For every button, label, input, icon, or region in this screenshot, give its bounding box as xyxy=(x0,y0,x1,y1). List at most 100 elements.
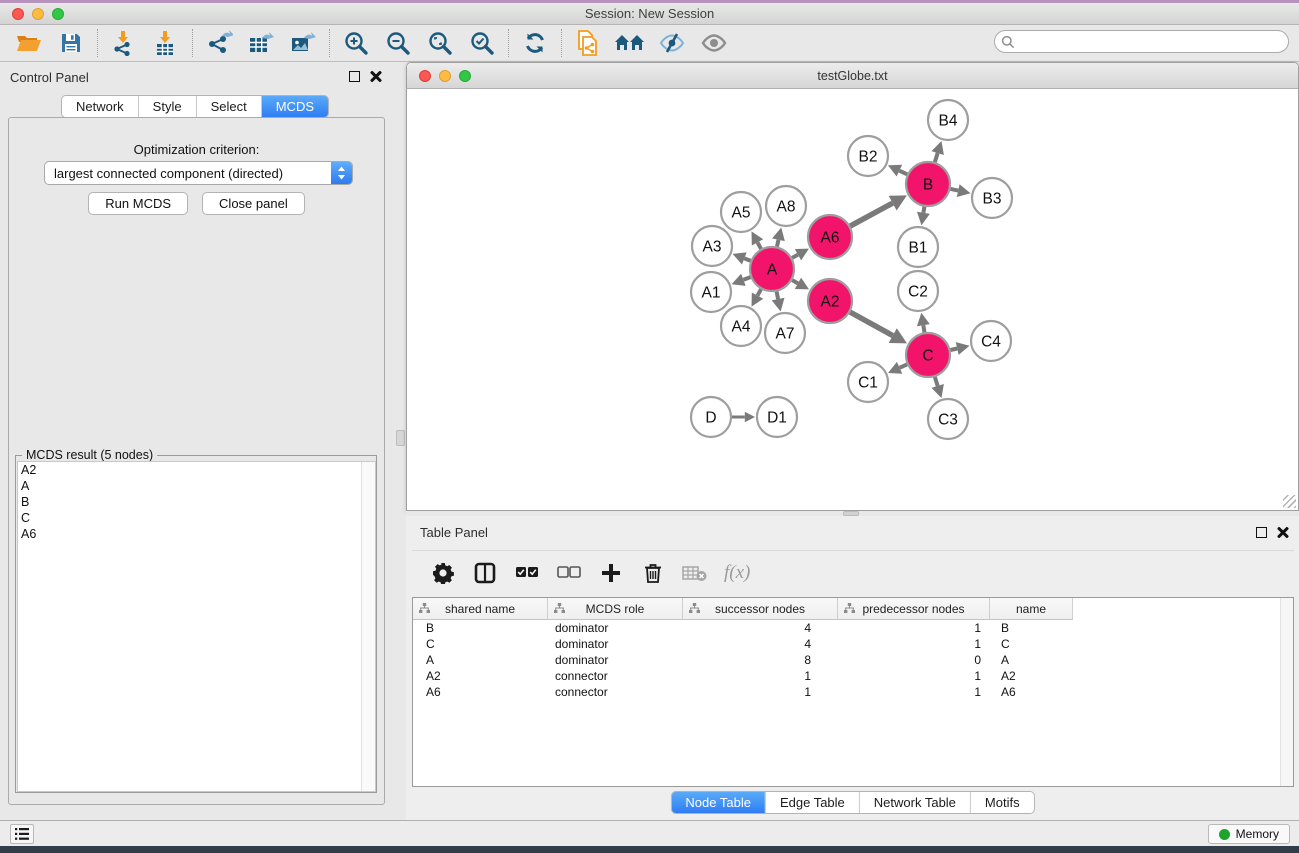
show-all-button[interactable] xyxy=(693,27,735,59)
tab-motifs[interactable]: Motifs xyxy=(970,792,1034,813)
table-row[interactable]: Cdominator41C xyxy=(413,636,1293,652)
tab-edge-table[interactable]: Edge Table xyxy=(765,792,859,813)
table-cell: 4 xyxy=(683,620,838,636)
edge-A-A4[interactable] xyxy=(758,289,761,295)
open-file-button[interactable] xyxy=(8,27,50,59)
tab-network-table[interactable]: Network Table xyxy=(859,792,970,813)
node-label-C3: C3 xyxy=(938,412,958,429)
export-table-button[interactable] xyxy=(240,27,282,59)
tab-style[interactable]: Style xyxy=(138,96,196,117)
edge-C-C4[interactable] xyxy=(950,349,957,351)
result-item[interactable]: B xyxy=(18,494,375,510)
delete-column-button[interactable] xyxy=(640,560,666,586)
columns-icon xyxy=(474,562,496,584)
close-panel-button[interactable]: Close panel xyxy=(202,192,305,215)
edge-A2-C[interactable] xyxy=(850,312,893,335)
arrowhead-icon xyxy=(931,141,943,155)
zoom-fit-button[interactable] xyxy=(419,27,461,59)
table-scrollbar[interactable] xyxy=(1280,598,1293,786)
table-cell: 0 xyxy=(838,652,990,668)
toolbar-separator xyxy=(192,29,193,57)
float-panel-icon[interactable] xyxy=(349,71,360,82)
show-task-history-button[interactable] xyxy=(10,824,34,844)
column-header-predecessor-nodes[interactable]: predecessor nodes xyxy=(838,598,990,620)
arrowhead-icon xyxy=(745,412,755,423)
edge-A-A3[interactable] xyxy=(744,258,750,260)
first-neighbors-button[interactable] xyxy=(609,27,651,59)
zoom-fit-icon xyxy=(427,30,453,56)
table-cell: B xyxy=(990,620,1073,636)
result-item[interactable]: A6 xyxy=(18,526,375,542)
edge-A-A2[interactable] xyxy=(792,280,798,283)
refresh-layout-button[interactable] xyxy=(514,27,556,59)
window-resize-grip[interactable] xyxy=(1283,495,1296,508)
memory-button[interactable]: Memory xyxy=(1208,824,1290,844)
table-cell: dominator xyxy=(548,620,683,636)
result-item[interactable]: A xyxy=(18,478,375,494)
edge-A-A6[interactable] xyxy=(792,255,798,258)
gear-icon xyxy=(432,562,454,584)
table-row[interactable]: A2connector11A2 xyxy=(413,668,1293,684)
tab-select[interactable]: Select xyxy=(196,96,261,117)
edge-B-B2[interactable] xyxy=(899,171,907,175)
close-panel-icon[interactable] xyxy=(370,70,382,82)
table-row[interactable]: A6connector11A6 xyxy=(413,684,1293,700)
export-image-button[interactable] xyxy=(282,27,324,59)
close-table-panel-icon[interactable] xyxy=(1277,526,1289,538)
function-builder-button[interactable]: f(x) xyxy=(724,560,750,586)
delete-table-button[interactable] xyxy=(682,560,708,586)
panel-divider-grip[interactable] xyxy=(396,430,405,446)
tab-node-table[interactable]: Node Table xyxy=(671,792,765,813)
optimization-criterion-select[interactable]: largest connected component (directed) xyxy=(44,161,353,185)
edge-A6-B[interactable] xyxy=(850,203,892,226)
export-network-button[interactable] xyxy=(198,27,240,59)
edge-B-B3[interactable] xyxy=(950,189,958,191)
edge-C-C2[interactable] xyxy=(923,325,924,332)
edge-C-C1[interactable] xyxy=(900,364,907,367)
column-header-MCDS-role[interactable]: MCDS role xyxy=(548,598,683,620)
edge-A-A1[interactable] xyxy=(743,277,750,280)
open-folder-icon xyxy=(15,31,43,55)
tab-mcds[interactable]: MCDS xyxy=(261,96,328,117)
result-list-scrollbar[interactable] xyxy=(361,462,375,791)
add-column-button[interactable] xyxy=(598,560,624,586)
table-row[interactable]: Adominator80A xyxy=(413,652,1293,668)
edge-B-B4[interactable] xyxy=(935,153,938,162)
edge-C-C3[interactable] xyxy=(935,377,938,386)
result-item[interactable]: C xyxy=(18,510,375,526)
edge-A-A7[interactable] xyxy=(777,292,779,300)
search-box xyxy=(994,30,1289,53)
table-cell: A2 xyxy=(413,668,548,684)
run-mcds-button[interactable]: Run MCDS xyxy=(88,192,188,215)
dropdown-stepper-icon xyxy=(331,162,352,184)
tab-network[interactable]: Network xyxy=(62,96,138,117)
import-table-button[interactable] xyxy=(145,27,187,59)
zoom-out-button[interactable] xyxy=(377,27,419,59)
node-label-C1: C1 xyxy=(858,375,878,392)
float-table-panel-icon[interactable] xyxy=(1256,527,1267,538)
table-row[interactable]: Bdominator41B xyxy=(413,620,1293,636)
search-input[interactable] xyxy=(1015,33,1288,51)
result-item[interactable]: A2 xyxy=(18,462,375,478)
table-settings-button[interactable] xyxy=(430,560,456,586)
select-all-columns-button[interactable] xyxy=(514,560,540,586)
edge-A-A5[interactable] xyxy=(758,242,761,248)
column-header-shared-name[interactable]: shared name xyxy=(413,598,548,620)
import-network-button[interactable] xyxy=(103,27,145,59)
deselect-all-columns-button[interactable] xyxy=(556,560,582,586)
column-header-name[interactable]: name xyxy=(990,598,1073,620)
zoom-selected-button[interactable] xyxy=(461,27,503,59)
zoom-in-button[interactable] xyxy=(335,27,377,59)
window-title: Session: New Session xyxy=(0,6,1299,21)
node-label-A8: A8 xyxy=(777,199,796,216)
hide-selected-button[interactable] xyxy=(651,27,693,59)
save-session-button[interactable] xyxy=(50,27,92,59)
edge-B-B1[interactable] xyxy=(923,207,924,213)
column-header-successor-nodes[interactable]: successor nodes xyxy=(683,598,838,620)
new-network-from-selection-button[interactable] xyxy=(567,27,609,59)
network-canvas[interactable]: B4B2BB3A5A8A6B1A3AC2A1A2A4A7C4CC1C3DD1 xyxy=(407,89,1298,510)
mcds-result-list[interactable]: A2ABCA6 xyxy=(17,461,376,792)
toggle-column-panel-button[interactable] xyxy=(472,560,498,586)
table-cell: C xyxy=(413,636,548,652)
edge-A-A8[interactable] xyxy=(777,240,779,247)
